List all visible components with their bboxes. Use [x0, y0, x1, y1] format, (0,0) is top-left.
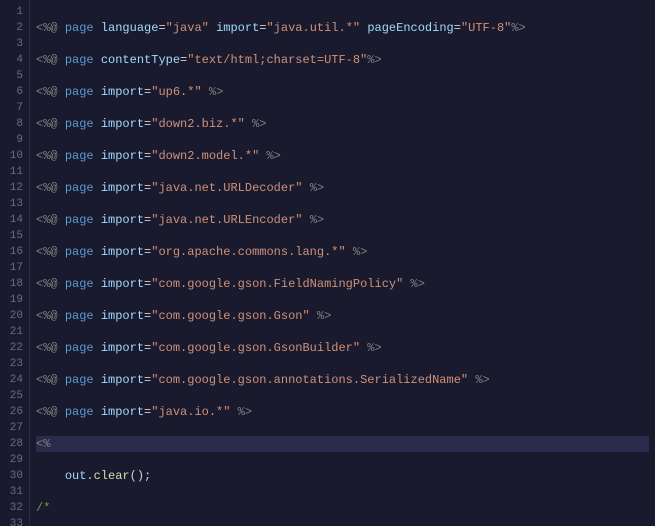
code-content[interactable]: <%@ page language="java" import="java.ut…	[30, 0, 655, 526]
code-line-10: <%@ page import="com.google.gson.Gson" %…	[36, 308, 649, 324]
code-line-8: <%@ page import="org.apache.commons.lang…	[36, 244, 649, 260]
line-numbers: 12345 678910 1112131415 1617181920 21222…	[0, 0, 30, 526]
code-line-2: <%@ page contentType="text/html;charset=…	[36, 52, 649, 68]
code-line-9: <%@ page import="com.google.gson.FieldNa…	[36, 276, 649, 292]
code-line-7: <%@ page import="java.net.URLEncoder" %>	[36, 212, 649, 228]
code-line-11: <%@ page import="com.google.gson.GsonBui…	[36, 340, 649, 356]
code-line-3: <%@ page import="up6.*" %>	[36, 84, 649, 100]
code-line-5: <%@ page import="down2.model.*" %>	[36, 148, 649, 164]
code-line-4: <%@ page import="down2.biz.*" %>	[36, 116, 649, 132]
code-line-15: out.clear();	[36, 468, 649, 484]
code-line-12: <%@ page import="com.google.gson.annotat…	[36, 372, 649, 388]
code-container: 12345 678910 1112131415 1617181920 21222…	[0, 0, 655, 526]
code-editor: 12345 678910 1112131415 1617181920 21222…	[0, 0, 655, 526]
code-line-1: <%@ page language="java" import="java.ut…	[36, 20, 649, 36]
code-line-16: /*	[36, 500, 649, 516]
code-line-14: <%	[36, 436, 649, 452]
code-line-6: <%@ page import="java.net.URLDecoder" %>	[36, 180, 649, 196]
code-line-13: <%@ page import="java.io.*" %>	[36, 404, 649, 420]
